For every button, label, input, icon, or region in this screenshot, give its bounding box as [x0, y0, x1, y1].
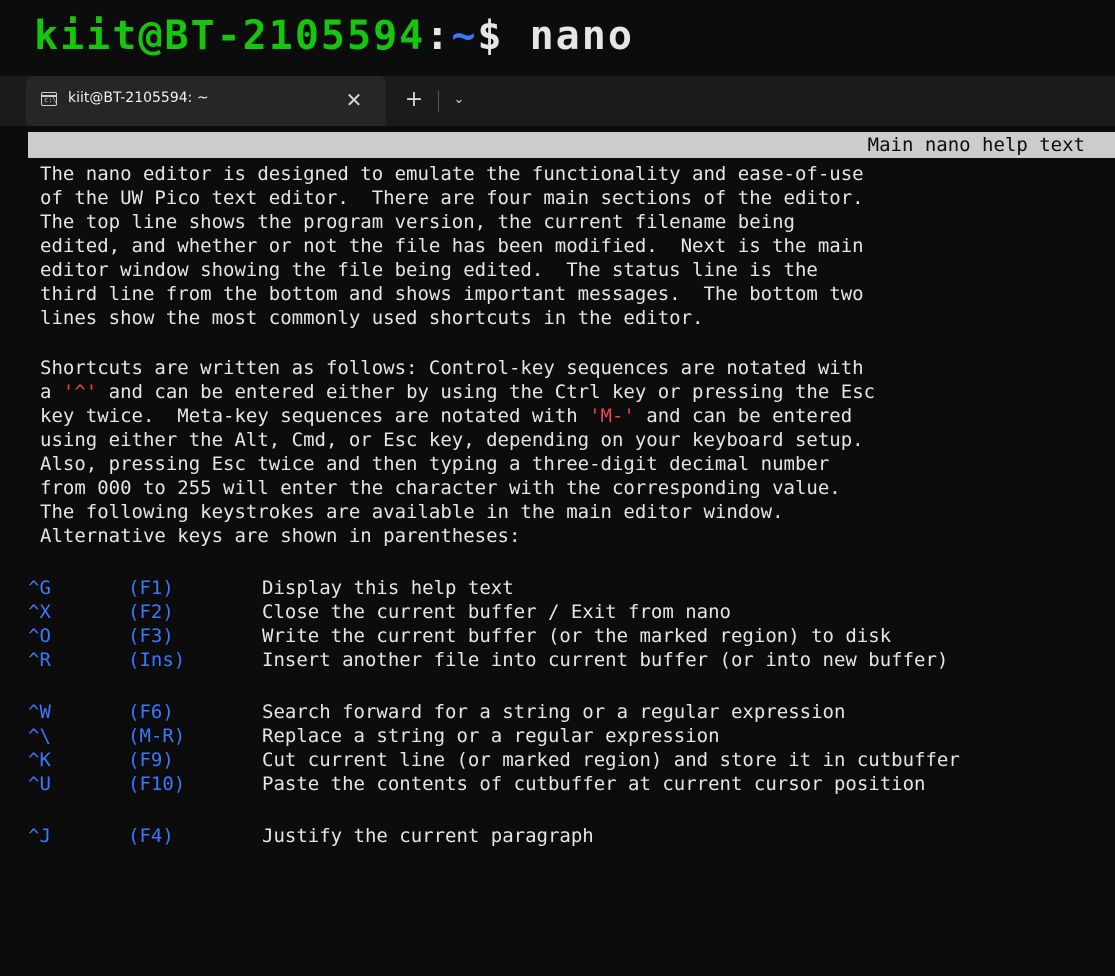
help-line: editor window showing the file being edi…: [40, 259, 818, 281]
shortcut-key: ^K: [28, 749, 51, 771]
new-tab-button[interactable]: +: [400, 86, 428, 114]
nano-help-title: Main nano help text: [867, 134, 1085, 156]
terminal-tab[interactable]: c:\ kiit@BT-2105594: ~ ✕: [26, 76, 386, 126]
meta-notation: 'M-': [589, 405, 635, 427]
shortcut-description: Close the current buffer / Exit from nan…: [262, 601, 731, 623]
shortcut-key: ^X: [28, 601, 51, 623]
shortcut-alt-key: (M-R): [128, 725, 186, 747]
help-line: from 000 to 255 will enter the character…: [40, 477, 841, 499]
shortcut-key: ^G: [28, 577, 51, 599]
tab-strip: c:\ kiit@BT-2105594: ~ ✕ + ⌄: [0, 76, 1115, 126]
nano-title-bar: Main nano help text: [28, 132, 1115, 158]
shortcut-description: Paste the contents of cutbuffer at curre…: [262, 773, 926, 795]
prompt-symbol: $: [477, 13, 530, 59]
shortcut-alt-key: (F1): [128, 577, 174, 599]
help-line: of the UW Pico text editor. There are fo…: [40, 187, 864, 209]
help-line: The following keystrokes are available i…: [40, 501, 784, 523]
help-line: The nano editor is designed to emulate t…: [40, 163, 864, 185]
prompt-user-host: kiit@BT-2105594: [34, 13, 426, 59]
help-text: key twice. Meta-key sequences are notate…: [40, 405, 590, 427]
tab-divider: [438, 90, 439, 112]
help-line: lines show the most commonly used shortc…: [40, 307, 704, 329]
prompt-path: ~: [451, 13, 478, 59]
help-line: Alternative keys are shown in parenthese…: [40, 525, 521, 547]
shortcut-alt-key: (F2): [128, 601, 174, 623]
shortcut-alt-key: (F10): [128, 773, 186, 795]
shortcut-alt-key: (F4): [128, 825, 174, 847]
prompt-colon: :: [425, 13, 452, 59]
shortcut-alt-key: (F3): [128, 625, 174, 647]
help-text: and can be entered either by using the C…: [97, 381, 876, 403]
help-line: key twice. Meta-key sequences are notate…: [40, 404, 852, 428]
shortcut-description: Write the current buffer (or the marked …: [262, 625, 892, 647]
shortcut-key: ^U: [28, 773, 51, 795]
help-line: using either the Alt, Cmd, or Esc key, d…: [40, 429, 864, 451]
shortcut-description: Replace a string or a regular expression: [262, 725, 720, 747]
close-icon[interactable]: ✕: [340, 86, 368, 114]
command-banner: kiit@BT-2105594:~$ nano: [0, 0, 1115, 76]
help-line: Shortcuts are written as follows: Contro…: [40, 357, 864, 379]
shortcut-description: Justify the current paragraph: [262, 825, 594, 847]
ctrl-notation: '^': [62, 381, 98, 403]
shortcut-key: ^W: [28, 701, 51, 723]
terminal-content[interactable]: Main nano help text The nano editor is d…: [0, 126, 1115, 976]
shortcut-alt-key: (F9): [128, 749, 174, 771]
prompt-line: kiit@BT-2105594:~$ nano: [34, 8, 634, 64]
help-line: edited, and whether or not the file has …: [40, 235, 864, 257]
chevron-down-icon[interactable]: ⌄: [446, 86, 472, 114]
shortcut-alt-key: (Ins): [128, 649, 186, 671]
shortcut-key: ^R: [28, 649, 51, 671]
shortcut-key: ^O: [28, 625, 51, 647]
help-line: The top line shows the program version, …: [40, 211, 795, 233]
shortcut-description: Insert another file into current buffer …: [262, 649, 949, 671]
help-line: Also, pressing Esc twice and then typing…: [40, 453, 830, 475]
shortcut-description: Cut current line (or marked region) and …: [262, 749, 960, 771]
tab-title: kiit@BT-2105594: ~: [68, 90, 209, 106]
shortcut-description: Display this help text: [262, 577, 514, 599]
shortcut-alt-key: (F6): [128, 701, 174, 723]
help-text: and can be entered: [634, 405, 853, 427]
shortcut-key: ^J: [28, 825, 51, 847]
help-text: a: [40, 381, 63, 403]
terminal-icon: c:\: [41, 92, 57, 106]
shortcut-key: ^\: [28, 725, 51, 747]
help-line: third line from the bottom and shows imp…: [40, 283, 864, 305]
shortcut-description: Search forward for a string or a regular…: [262, 701, 846, 723]
prompt-command: nano: [529, 13, 634, 59]
help-line: a '^' and can be entered either by using…: [40, 380, 875, 404]
